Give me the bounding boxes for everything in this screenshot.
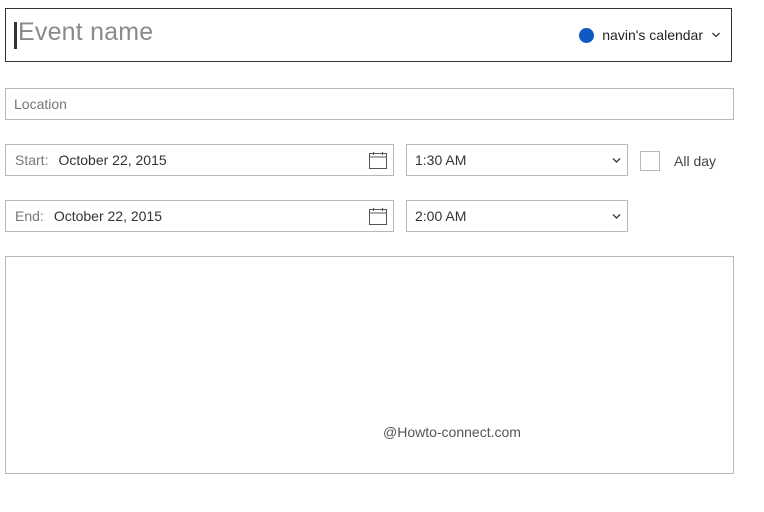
all-day-label: All day [674,153,717,169]
event-name-field[interactable]: Event name navin's calendar [5,8,732,62]
end-date-value: October 22, 2015 [53,208,162,224]
start-label: Start: [15,152,49,168]
calendar-color-dot [579,27,595,43]
all-day-checkbox[interactable] [640,151,660,171]
location-input[interactable]: Location [5,88,734,120]
calendar-picker-label: navin's calendar [602,27,703,43]
start-date-value: October 22, 2015 [58,152,167,168]
calendar-icon[interactable] [369,152,387,169]
event-name-input[interactable]: Event name [18,18,153,47]
calendar-icon[interactable] [369,208,387,225]
end-time-value: 2:00 AM [415,208,467,224]
text-caret [14,22,17,49]
start-time-value: 1:30 AM [415,152,467,168]
event-notes-textarea[interactable] [5,256,734,474]
start-time-select[interactable]: 1:30 AM [406,144,628,176]
calendar-picker[interactable]: navin's calendar [579,27,721,43]
end-time-select[interactable]: 2:00 AM [406,200,628,232]
watermark: @Howto-connect.com [383,424,521,440]
end-date-picker[interactable]: End: October 22, 2015 [5,200,394,232]
start-date-picker[interactable]: Start: October 22, 2015 [5,144,394,176]
end-label: End: [15,208,44,224]
chevron-down-icon [612,158,621,163]
chevron-down-icon [612,214,621,219]
chevron-down-icon [712,32,720,38]
